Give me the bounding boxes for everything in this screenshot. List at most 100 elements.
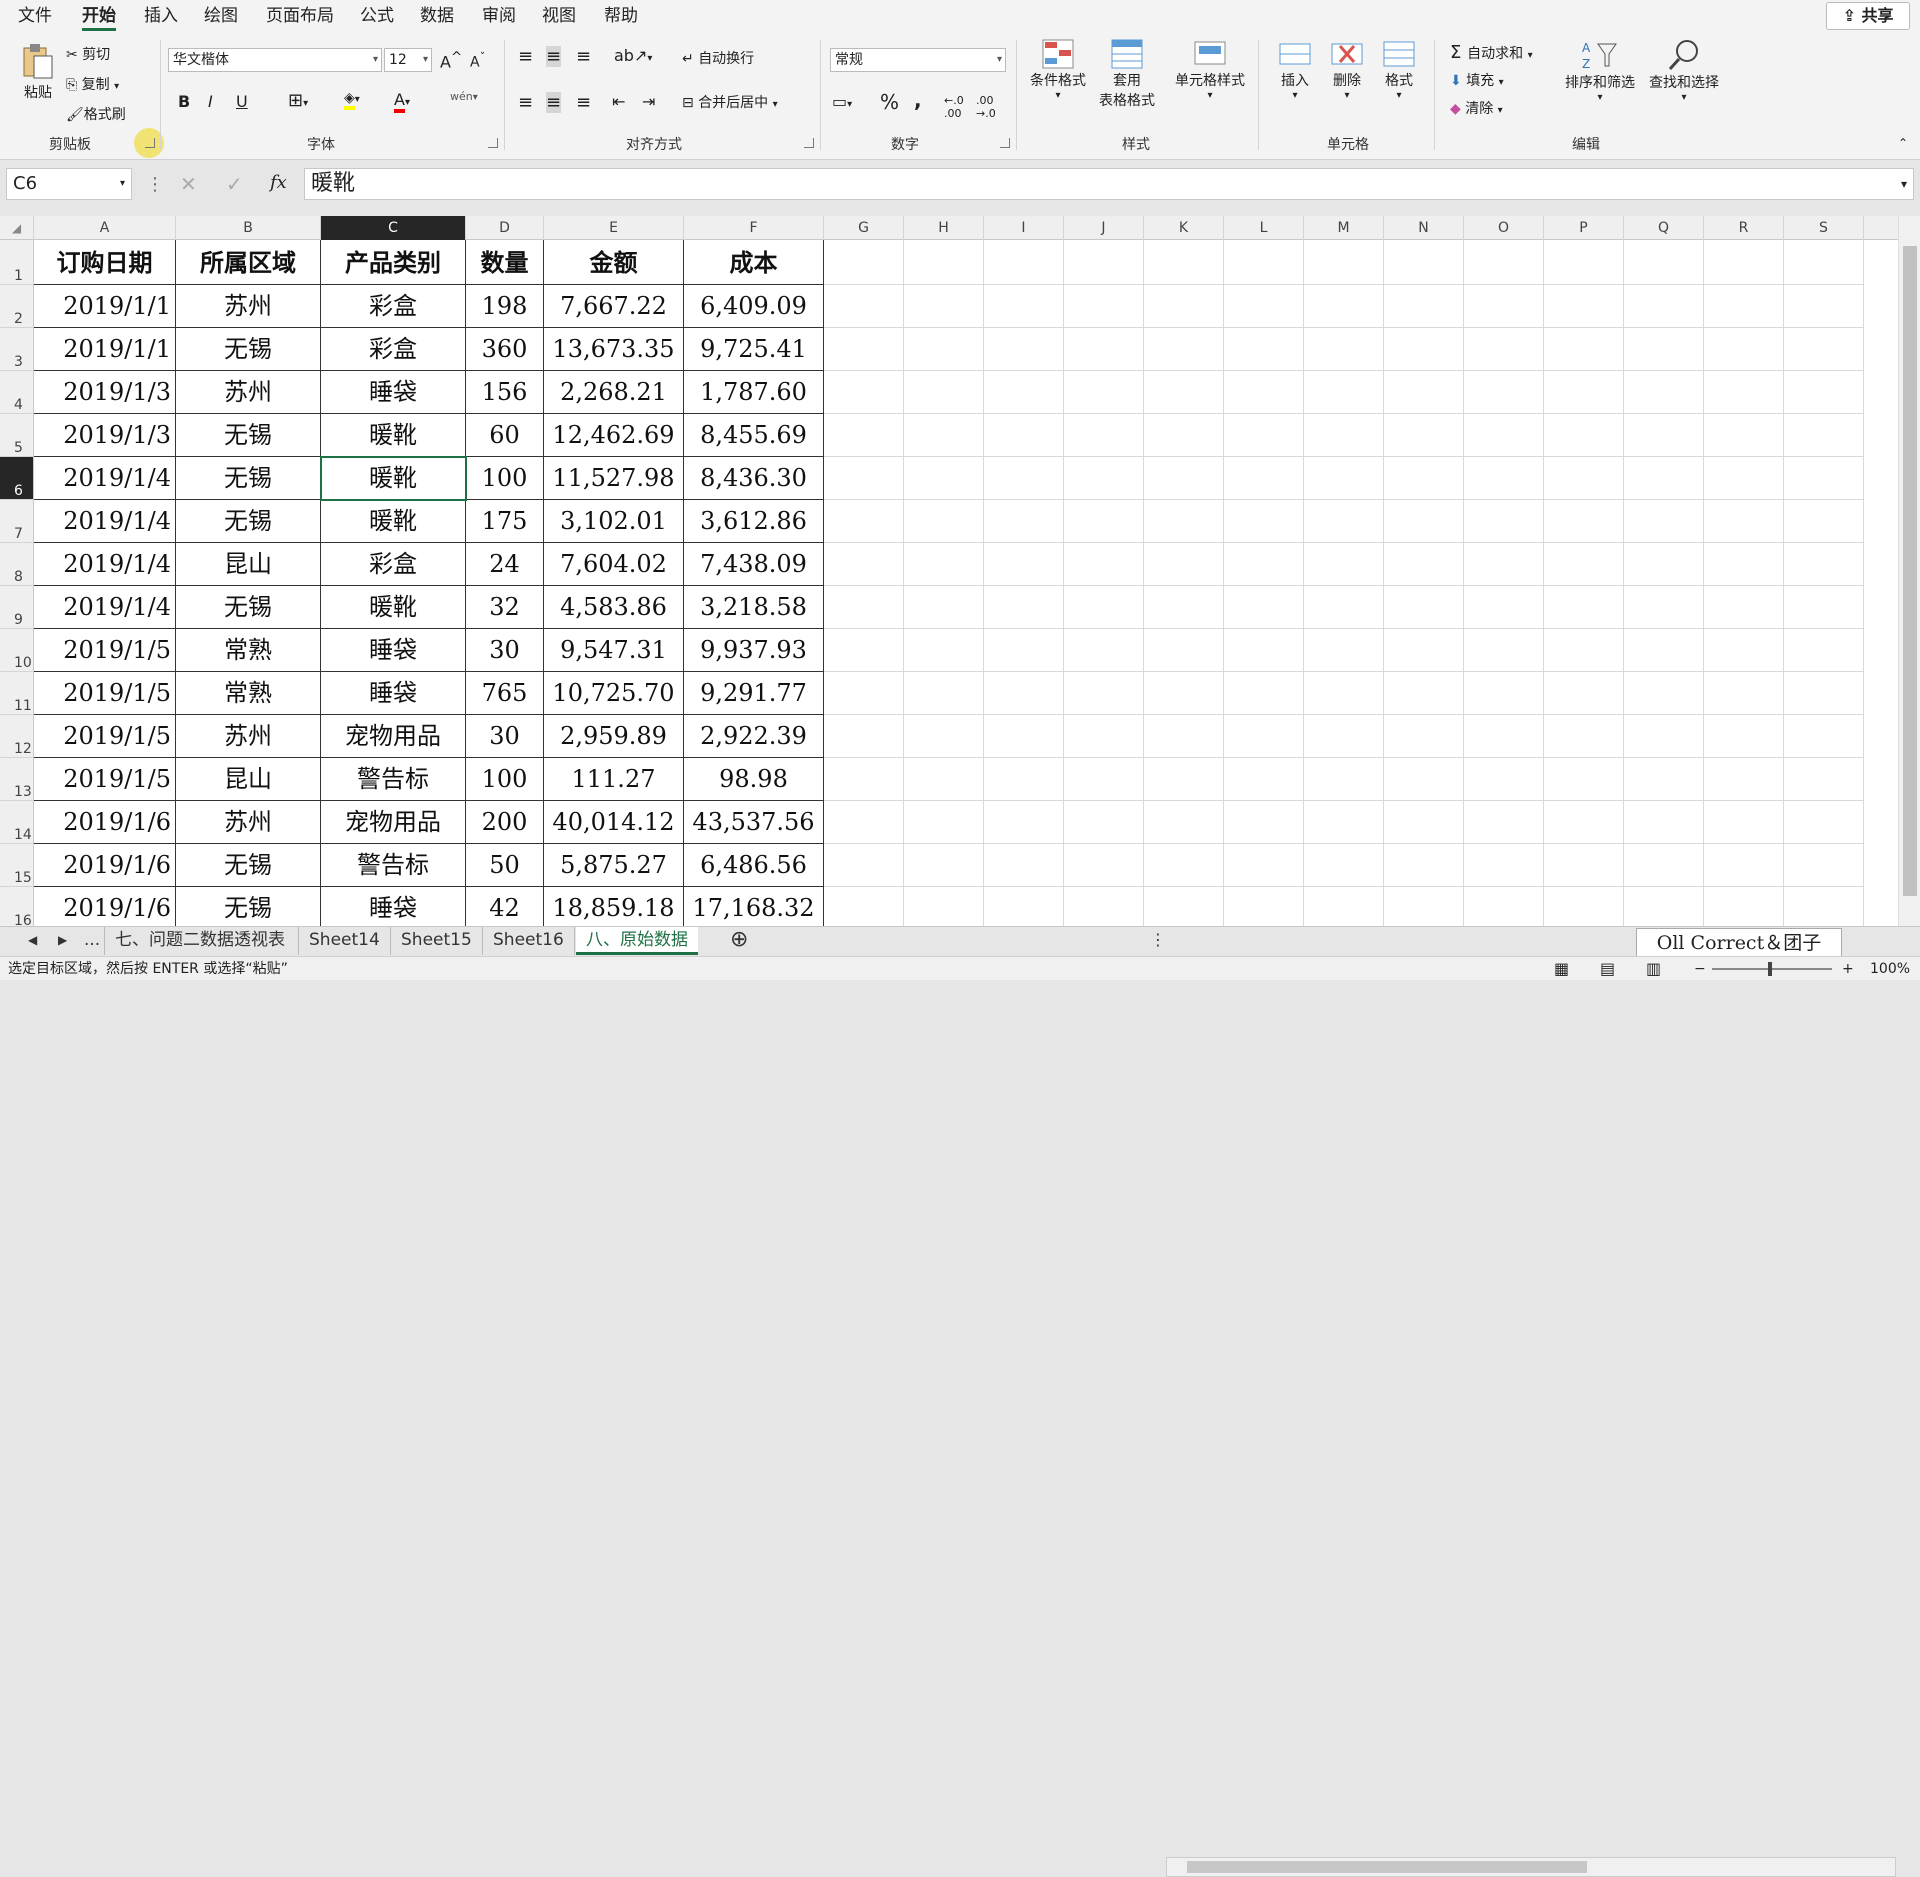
column-header-i[interactable]: I [984, 216, 1064, 240]
empty-cell[interactable] [1144, 285, 1224, 328]
empty-cell[interactable] [1784, 500, 1864, 543]
empty-cell[interactable] [824, 844, 904, 887]
empty-cell[interactable] [1064, 844, 1144, 887]
empty-cell[interactable] [1064, 629, 1144, 672]
empty-cell[interactable] [1624, 500, 1704, 543]
empty-cell[interactable] [904, 844, 984, 887]
table-cell[interactable]: 24 [466, 543, 544, 586]
table-cell[interactable]: 7,604.02 [544, 543, 684, 586]
empty-cell[interactable] [1384, 758, 1464, 801]
empty-cell[interactable] [1704, 328, 1784, 371]
empty-cell[interactable] [1624, 240, 1704, 285]
decrease-indent-button[interactable]: ⇤ [612, 92, 625, 111]
empty-cell[interactable] [1704, 629, 1784, 672]
tab-split-handle[interactable]: ⋮ [1140, 927, 1176, 955]
table-cell[interactable]: 暖靴 [321, 457, 466, 500]
table-cell[interactable]: 2019/1/3 [34, 371, 176, 414]
table-cell[interactable]: 2019/1/5 [34, 758, 176, 801]
bold-button[interactable]: B [178, 92, 190, 111]
empty-cell[interactable] [1624, 371, 1704, 414]
row-header-4[interactable]: 4 [0, 371, 34, 414]
empty-cell[interactable] [1784, 414, 1864, 457]
empty-cell[interactable] [984, 414, 1064, 457]
tab-sheet16[interactable]: Sheet16 [482, 927, 575, 955]
row-header-16[interactable]: 16 [0, 887, 34, 926]
table-cell[interactable]: 30 [466, 629, 544, 672]
empty-cell[interactable] [1704, 715, 1784, 758]
table-cell[interactable]: 17,168.32 [684, 887, 824, 926]
empty-cell[interactable] [1704, 457, 1784, 500]
tab-scroll-right-icon[interactable]: ▶ [48, 927, 77, 955]
table-cell[interactable]: 2019/1/6 [34, 801, 176, 844]
empty-cell[interactable] [1384, 887, 1464, 926]
add-sheet-button[interactable]: ⊕ [720, 927, 758, 955]
align-right-button[interactable]: ≡ [576, 92, 591, 113]
table-cell[interactable]: 9,725.41 [684, 328, 824, 371]
empty-cell[interactable] [1464, 240, 1544, 285]
empty-cell[interactable] [1784, 887, 1864, 926]
table-cell[interactable]: 9,547.31 [544, 629, 684, 672]
empty-cell[interactable] [1704, 672, 1784, 715]
fill-button[interactable]: ⬇ 填充 ▾ [1450, 70, 1504, 90]
table-cell[interactable]: 警告标 [321, 758, 466, 801]
empty-cell[interactable] [824, 887, 904, 926]
autosum-button[interactable]: Σ 自动求和 ▾ [1450, 42, 1533, 63]
empty-cell[interactable] [824, 758, 904, 801]
copy-button[interactable]: ⎘ 复制 ▾ [66, 74, 119, 94]
empty-cell[interactable] [1384, 715, 1464, 758]
empty-cell[interactable] [1064, 543, 1144, 586]
empty-cell[interactable] [984, 285, 1064, 328]
empty-cell[interactable] [1464, 887, 1544, 926]
empty-cell[interactable] [904, 715, 984, 758]
empty-cell[interactable] [1064, 371, 1144, 414]
empty-cell[interactable] [1144, 844, 1224, 887]
column-header-h[interactable]: H [904, 216, 984, 240]
table-cell[interactable]: 1,787.60 [684, 371, 824, 414]
empty-cell[interactable] [1224, 371, 1304, 414]
empty-cell[interactable] [1304, 543, 1384, 586]
empty-cell[interactable] [1544, 371, 1624, 414]
empty-cell[interactable] [1224, 414, 1304, 457]
table-cell[interactable]: 无锡 [176, 500, 321, 543]
empty-cell[interactable] [1464, 629, 1544, 672]
table-cell[interactable]: 无锡 [176, 844, 321, 887]
table-cell[interactable]: 2019/1/5 [34, 672, 176, 715]
column-header-o[interactable]: O [1464, 216, 1544, 240]
font-size-select[interactable]: 12 ▾ [384, 48, 432, 72]
table-cell[interactable]: 111.27 [544, 758, 684, 801]
tab-raw-data[interactable]: 八、原始数据 [576, 927, 698, 955]
empty-cell[interactable] [1624, 414, 1704, 457]
header-cell[interactable]: 所属区域 [176, 240, 321, 285]
percent-button[interactable]: % [880, 90, 899, 114]
empty-cell[interactable] [1784, 586, 1864, 629]
table-cell[interactable]: 3,218.58 [684, 586, 824, 629]
orientation-button[interactable]: ab↗▾ [614, 46, 652, 65]
empty-cell[interactable] [1784, 543, 1864, 586]
header-cell[interactable]: 订购日期 [34, 240, 176, 285]
increase-indent-button[interactable]: ⇥ [642, 92, 655, 111]
empty-cell[interactable] [1064, 715, 1144, 758]
empty-cell[interactable] [1144, 328, 1224, 371]
table-cell[interactable]: 彩盒 [321, 285, 466, 328]
empty-cell[interactable] [984, 543, 1064, 586]
empty-cell[interactable] [824, 715, 904, 758]
table-cell[interactable]: 彩盒 [321, 543, 466, 586]
empty-cell[interactable] [1704, 543, 1784, 586]
table-cell[interactable]: 昆山 [176, 543, 321, 586]
table-cell[interactable]: 无锡 [176, 414, 321, 457]
empty-cell[interactable] [904, 240, 984, 285]
table-cell[interactable]: 10,725.70 [544, 672, 684, 715]
table-cell[interactable]: 30 [466, 715, 544, 758]
table-cell[interactable]: 暖靴 [321, 586, 466, 629]
horizontal-scroll-thumb[interactable] [1187, 1861, 1587, 1873]
empty-cell[interactable] [1784, 328, 1864, 371]
empty-cell[interactable] [1704, 887, 1784, 926]
empty-cell[interactable] [1624, 629, 1704, 672]
table-cell[interactable]: 100 [466, 457, 544, 500]
table-cell[interactable]: 9,937.93 [684, 629, 824, 672]
empty-cell[interactable] [984, 672, 1064, 715]
table-cell[interactable]: 2019/1/1 [34, 328, 176, 371]
column-header-k[interactable]: K [1144, 216, 1224, 240]
table-cell[interactable]: 2019/1/3 [34, 414, 176, 457]
empty-cell[interactable] [824, 457, 904, 500]
